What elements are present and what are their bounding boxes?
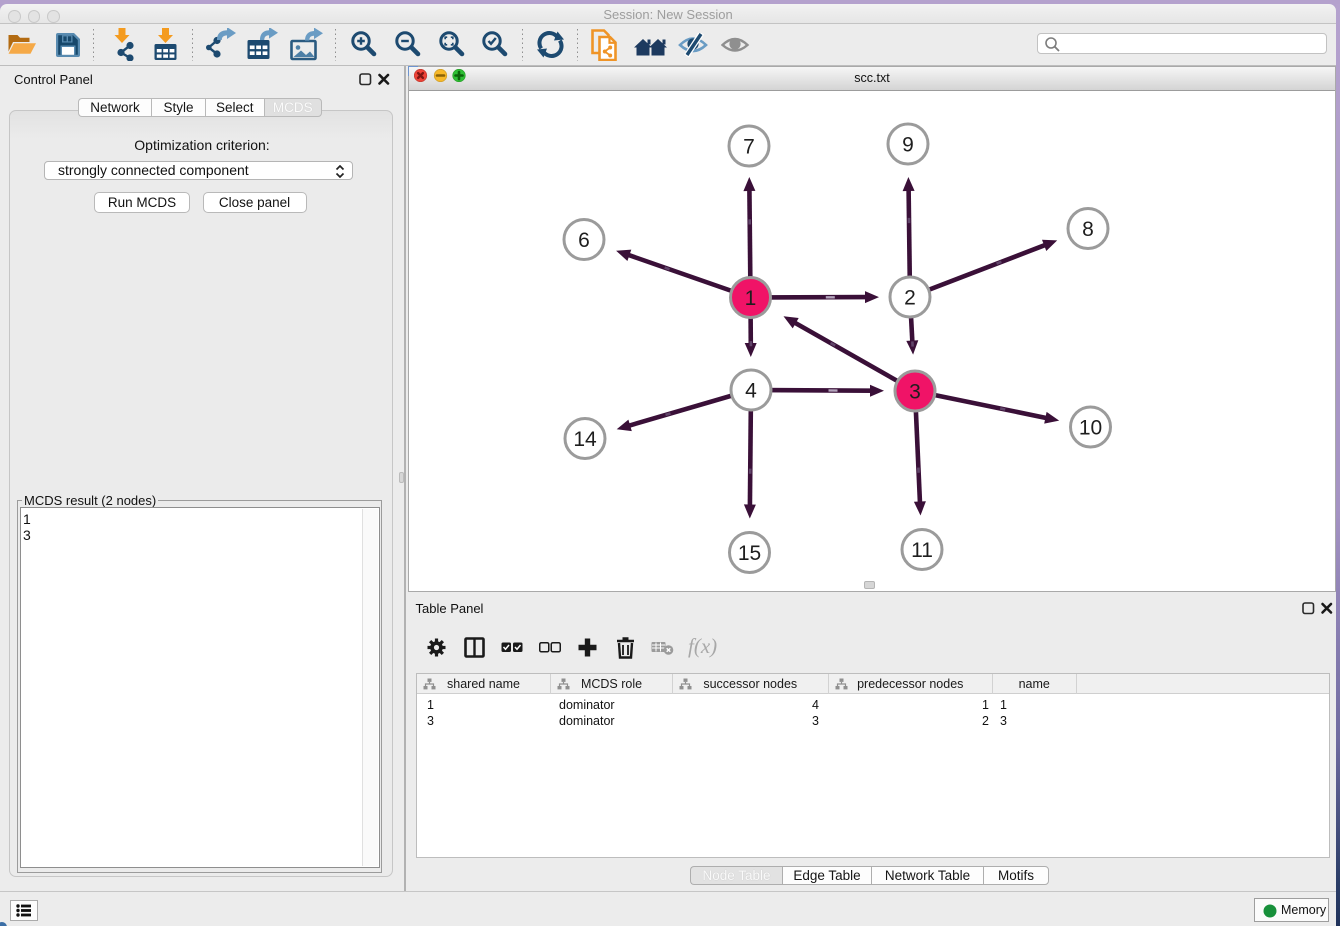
svg-text:1: 1 [745,287,757,310]
svg-text:10: 10 [1079,417,1102,440]
svg-text:8: 8 [1082,218,1094,241]
svg-text:7: 7 [743,136,755,159]
svg-text:2: 2 [904,287,916,310]
svg-text:6: 6 [578,229,590,252]
svg-text:3: 3 [909,381,921,404]
svg-text:9: 9 [902,134,914,157]
svg-text:14: 14 [573,428,597,451]
svg-text:4: 4 [745,380,757,403]
svg-text:11: 11 [911,539,933,562]
svg-text:15: 15 [738,542,761,565]
